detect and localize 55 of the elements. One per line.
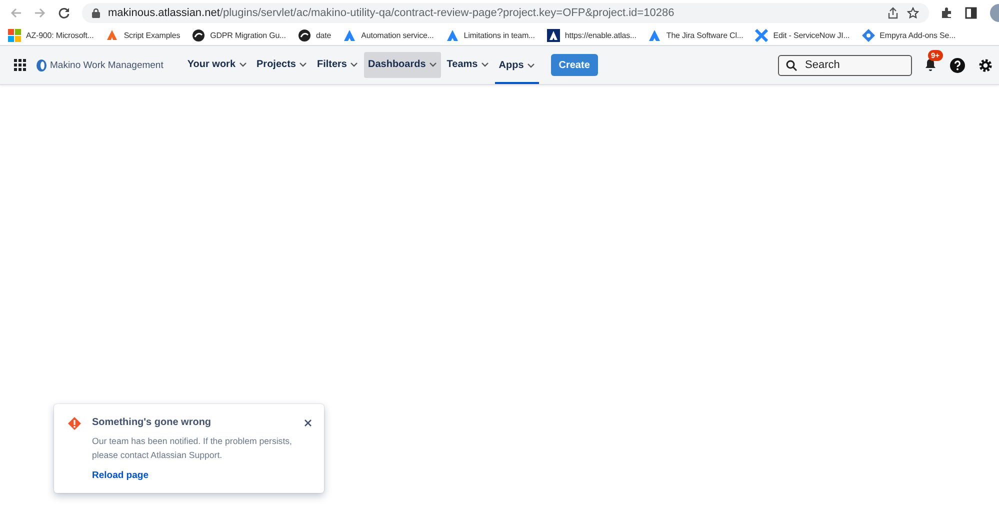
nav-menu-item[interactable]: Teams [442, 52, 493, 78]
toast-title: Something's gone wrong [92, 417, 212, 428]
bookmark[interactable]: Empyra Add-ons Se... [862, 28, 956, 42]
bookmark[interactable]: Automation service... [343, 28, 434, 42]
nav-menu-item[interactable]: Projects [252, 52, 311, 78]
share-icon[interactable] [887, 6, 899, 18]
chevron-down-icon [238, 62, 247, 66]
bookmark[interactable]: GDPR Migration Gu... [192, 28, 286, 42]
round-logo-icon [298, 28, 311, 42]
warning-icon [68, 417, 81, 430]
chevron-down-icon [350, 62, 358, 66]
toast-message: Our team has been notified. If the problem persists, please contact Atlassian Support. [92, 435, 293, 462]
flame-logo-icon [106, 28, 119, 42]
triangle-logo-icon [343, 28, 356, 42]
side-panel-icon[interactable] [965, 6, 977, 18]
product-logo[interactable]: Makino Work Management [36, 58, 164, 72]
product-name: Makino Work Management [50, 60, 164, 70]
bookmark[interactable]: The Jira Software Cl... [648, 28, 744, 42]
bell-icon[interactable] [924, 58, 937, 72]
search-field[interactable]: Search [778, 54, 912, 76]
bookmark[interactable]: https://enable.atlas... [546, 28, 636, 42]
nav-menu-item[interactable]: Your work [183, 52, 251, 78]
chevron-down-icon [298, 62, 307, 66]
settings-icon[interactable] [978, 58, 993, 72]
chevron-down-icon [480, 62, 489, 66]
bookmark[interactable]: date [298, 28, 332, 42]
circle-logo-icon [36, 58, 47, 72]
reload-link[interactable]: Reload page [92, 470, 148, 481]
round-logo-icon [192, 28, 206, 42]
bookmark[interactable]: Edit - ServiceNow JI... [755, 28, 850, 42]
help-icon[interactable] [950, 58, 965, 72]
chevron-down-icon [526, 62, 535, 68]
profile-avatar-icon[interactable] [989, 4, 999, 22]
triangle-logo-icon [648, 28, 662, 42]
nav-menu-item[interactable]: Filters [312, 52, 362, 78]
app-grid-icon[interactable] [14, 59, 26, 71]
triangle-logo-icon [546, 28, 560, 42]
nav-menu-item[interactable]: Apps [494, 52, 539, 84]
triangle-logo-icon [446, 28, 459, 42]
chevron-down-icon [428, 62, 437, 66]
bookmark[interactable]: Script Examples [106, 28, 180, 42]
cross-logo-icon [755, 28, 768, 42]
lock-icon [92, 8, 100, 18]
nav-menu-item[interactable]: Dashboards [364, 52, 441, 78]
four-squares-icon [8, 28, 21, 42]
star-icon[interactable] [907, 6, 919, 18]
bookmark[interactable]: AZ-900: Microsoft... [8, 28, 94, 42]
close-icon[interactable] [304, 419, 312, 427]
address-bar[interactable]: makinous.atlassian.net/plugins/servlet/ac/makino-utility-qa/contract-review-page?project.key=OFP&project.id=10286 [82, 2, 929, 22]
reload-icon[interactable] [58, 6, 70, 18]
bookmark[interactable]: Limitations in team... [446, 28, 535, 42]
create-button[interactable]: Create [550, 54, 598, 76]
diamond-logo-icon [862, 28, 875, 42]
url-text: makinous.atlassian.net/plugins/servlet/ac/makino-utility-qa/contract-review-page?project.key=OFP&project.id=10286 [108, 6, 674, 18]
puzzle-icon[interactable] [941, 6, 953, 18]
